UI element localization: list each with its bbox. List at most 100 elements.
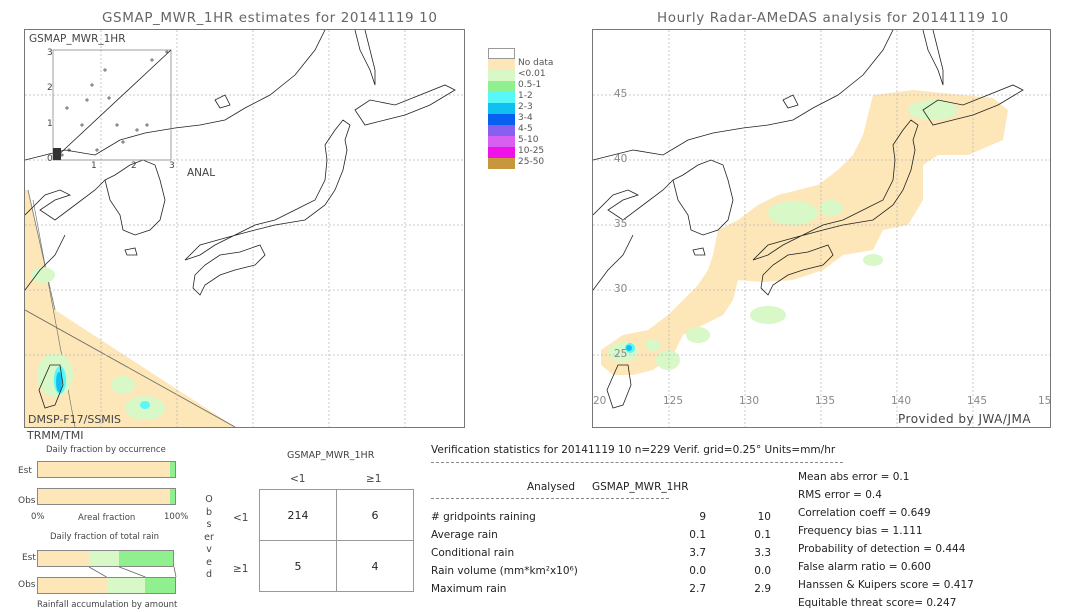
score-far: False alarm ratio = 0.600 [798, 561, 931, 573]
occurrence-obs-label: Obs [18, 496, 36, 506]
occurrence-title: Daily fraction by occurrence [46, 445, 166, 455]
legend-label: 0.5-1 [518, 80, 542, 90]
radar-coverage [601, 90, 1008, 375]
inset-tick-y-1: 1 [47, 119, 53, 129]
legend-swatch [488, 114, 515, 125]
lon-label-145: 145 [967, 395, 988, 407]
legend-swatch [488, 147, 515, 158]
contingency-col-header-lt1: <1 [290, 473, 306, 485]
stat-analysed: 0.1 [689, 529, 706, 541]
verification-header: Verification statistics for 20141119 10 … [431, 444, 836, 456]
inset-tick-x-1: 1 [91, 161, 97, 171]
inset-scatter [52, 49, 172, 161]
scatter-points [60, 50, 169, 157]
stat-label: # gridpoints raining [431, 511, 536, 523]
stat-label: Average rain [431, 529, 498, 541]
legend-label: <0.01 [518, 69, 546, 79]
total-rain-obs-bar [37, 577, 176, 594]
total-rain-link-1 [119, 567, 146, 577]
total-rain-est-label: Est [22, 553, 36, 563]
stat-analysed: 0.0 [689, 565, 706, 577]
legend-label: 10-25 [518, 146, 545, 156]
total-rain-est-segment-0 [38, 551, 90, 566]
stat-analysed: 3.7 [689, 547, 706, 559]
stat-model: 3.3 [754, 547, 771, 559]
total-rain-est-segment-2 [119, 551, 173, 566]
legend-swatch [488, 103, 515, 114]
lat-label-35: 35 [614, 218, 628, 230]
lon-label-150: 15 [1038, 395, 1051, 407]
contingency-row-title: Observed [204, 494, 214, 580]
occurrence-est-rain [169, 462, 175, 477]
divider [431, 462, 843, 463]
total-rain-footer: Rainfall accumulation by amount [37, 600, 178, 610]
sensor-label-tmi: TRMM/TMI [27, 429, 84, 442]
total-rain-link-2 [173, 567, 177, 577]
right-map-title: Hourly Radar-AMeDAS analysis for 2014111… [657, 10, 1009, 26]
data-credit: Provided by JWA/JMA [898, 412, 1032, 426]
rain-area [111, 376, 135, 394]
contingency-row-header-ge1: ≥1 [233, 563, 249, 575]
stat-label: Conditional rain [431, 547, 515, 559]
inset-tick-y-3: 3 [47, 48, 53, 58]
lon-label-125: 125 [663, 395, 684, 407]
occurrence-axis-right: 100% [164, 512, 189, 522]
stat-label: Rain volume (mm*km²x10⁶) [431, 565, 578, 577]
total-rain-title: Daily fraction of total rain [50, 532, 160, 542]
stat-analysed: 9 [699, 511, 706, 523]
left-map-graphic [25, 30, 464, 427]
legend-label: 25-50 [518, 157, 545, 167]
legend-swatch [488, 70, 515, 81]
contingency-col-title: GSMAP_MWR_1HR [287, 450, 375, 461]
sensor-label-ssmis: DMSP-F17/SSMIS [28, 413, 122, 426]
color-legend: No data <0.01 0.5-1 1-2 2-3 3-4 4-5 5-10… [488, 48, 578, 173]
lat-label-45: 45 [614, 88, 628, 100]
legend-label: No data [518, 58, 554, 68]
score-rmse: RMS error = 0.4 [798, 489, 882, 501]
occurrence-est-no-rain [38, 462, 170, 477]
legend-label: 4-5 [518, 124, 533, 134]
legend-label: 5-10 [518, 135, 539, 145]
legend-swatch [488, 48, 515, 59]
total-rain-link-0 [88, 567, 107, 577]
lat-label-25: 25 [614, 348, 628, 360]
column-model: GSMAP_MWR_1HR [592, 481, 689, 493]
legend-label: 1-2 [518, 91, 533, 101]
stat-model: 0.0 [754, 565, 771, 577]
inset-tick-y-0: 0 [47, 154, 53, 164]
total-rain-obs-segment-1 [106, 578, 145, 593]
legend-swatch [488, 92, 515, 103]
legend-swatch [488, 59, 515, 70]
stat-model: 0.1 [754, 529, 771, 541]
right-map: 45 40 35 30 25 20 125 130 135 140 145 15… [592, 29, 1051, 428]
left-map: GSMAP_MWR_1HR 3 2 1 0 1 2 3 ANAL DMSP-F1… [24, 29, 465, 428]
occurrence-axis-title: Areal fraction [78, 513, 136, 523]
divider [431, 498, 669, 499]
contingency-col-header-ge1: ≥1 [366, 473, 382, 485]
occurrence-obs-bar [37, 488, 176, 505]
lat-label-30: 30 [614, 283, 628, 295]
rain-area [140, 401, 150, 409]
stat-analysed: 2.7 [689, 583, 706, 595]
occurrence-obs-rain [169, 489, 175, 504]
contingency-cell-miss: 5 [259, 540, 337, 592]
total-rain-est-segment-1 [89, 551, 119, 566]
inset-tick-y-2: 2 [47, 83, 53, 93]
stat-model: 2.9 [754, 583, 771, 595]
score-correlation: Correlation coeff = 0.649 [798, 507, 931, 519]
total-rain-links [88, 567, 177, 577]
occurrence-axis-left: 0% [31, 512, 45, 522]
inset-label: GSMAP_MWR_1HR [29, 33, 126, 45]
rain-area [31, 267, 55, 283]
lon-label-120: 20 [593, 395, 607, 407]
legend-swatch [488, 136, 515, 147]
total-rain-obs-label: Obs [18, 580, 36, 590]
stat-model: 10 [757, 511, 771, 523]
score-ets: Equitable threat score= 0.247 [798, 597, 957, 609]
legend-label: 3-4 [518, 113, 533, 123]
lon-label-130: 130 [739, 395, 760, 407]
right-map-graphic [593, 30, 1050, 427]
contingency-row-header-lt1: <1 [233, 512, 249, 524]
contingency-cell-false-alarm: 6 [336, 489, 414, 541]
occurrence-obs-no-rain [38, 489, 170, 504]
